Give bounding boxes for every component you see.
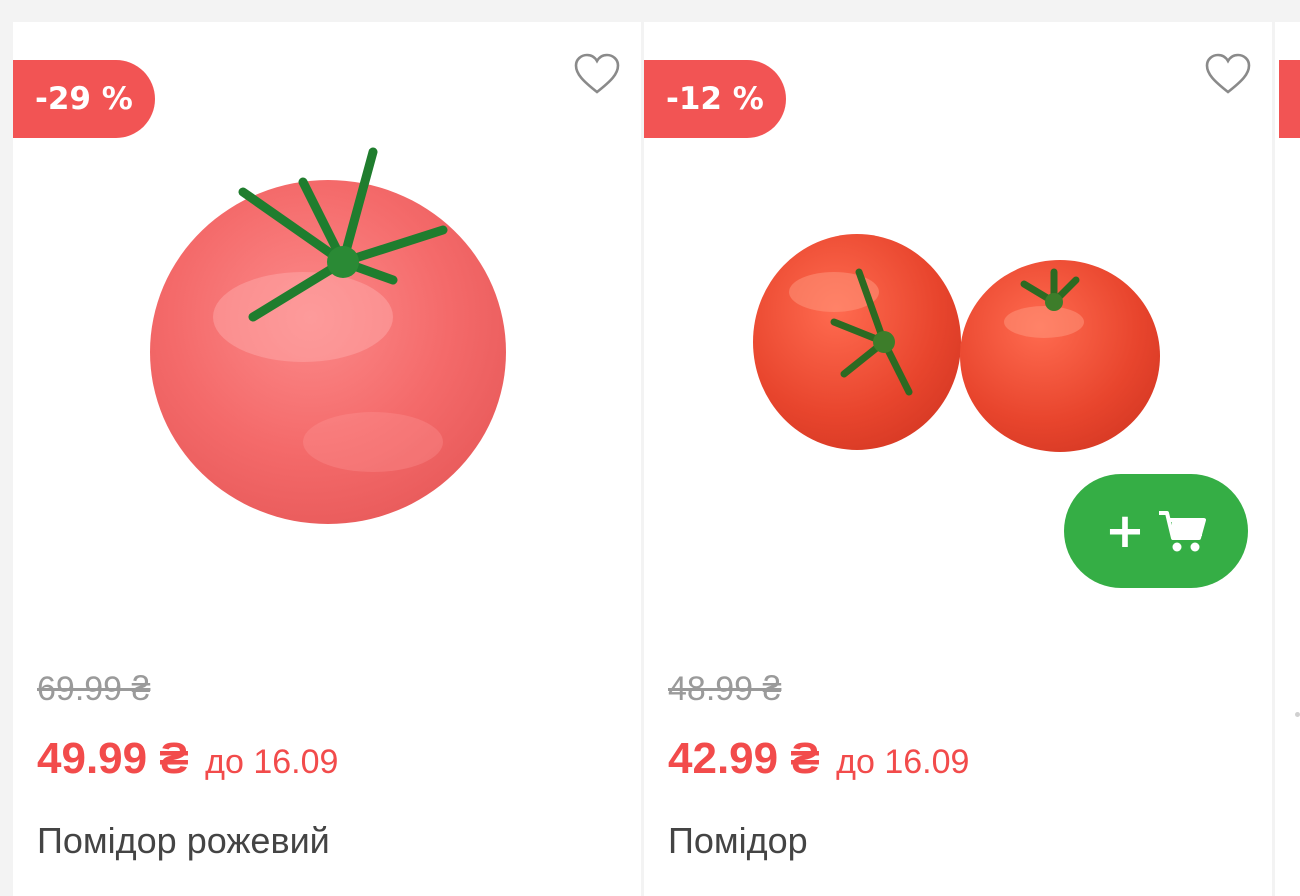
partial-content-dot [1295, 712, 1300, 717]
cart-icon [1159, 511, 1207, 552]
old-price: 69.99 ₴ [37, 670, 151, 708]
old-price: 48.99 ₴ [668, 670, 782, 708]
product-name[interactable]: Помідор рожевий [37, 820, 330, 862]
heart-icon[interactable] [573, 52, 621, 96]
product-card-tomato[interactable]: -12 % + 48.99 ₴ 42.99 ₴ до 16.09 Помідор [644, 22, 1272, 896]
product-grid: -29 % 69.99 ₴ 49.99 ₴ до 16.09 Помідор р… [13, 22, 1300, 896]
heart-icon[interactable] [1204, 52, 1252, 96]
price-row: 49.99 ₴ до 16.09 [37, 734, 338, 784]
add-to-cart-button[interactable]: + [1064, 474, 1248, 588]
plus-icon: + [1104, 503, 1146, 559]
price-row: 42.99 ₴ до 16.09 [668, 734, 969, 784]
new-price: 42.99 ₴ [668, 734, 820, 783]
promo-until: до 16.09 [836, 743, 970, 781]
new-price: 49.99 ₴ [37, 734, 189, 783]
product-image-pink-tomato[interactable] [13, 112, 641, 552]
product-card-pink-tomato[interactable]: -29 % 69.99 ₴ 49.99 ₴ до 16.09 Помідор р… [13, 22, 641, 896]
product-card-partial[interactable] [1275, 22, 1300, 896]
promo-until: до 16.09 [205, 743, 339, 781]
discount-badge [1279, 60, 1300, 138]
product-name[interactable]: Помідор [668, 820, 808, 862]
